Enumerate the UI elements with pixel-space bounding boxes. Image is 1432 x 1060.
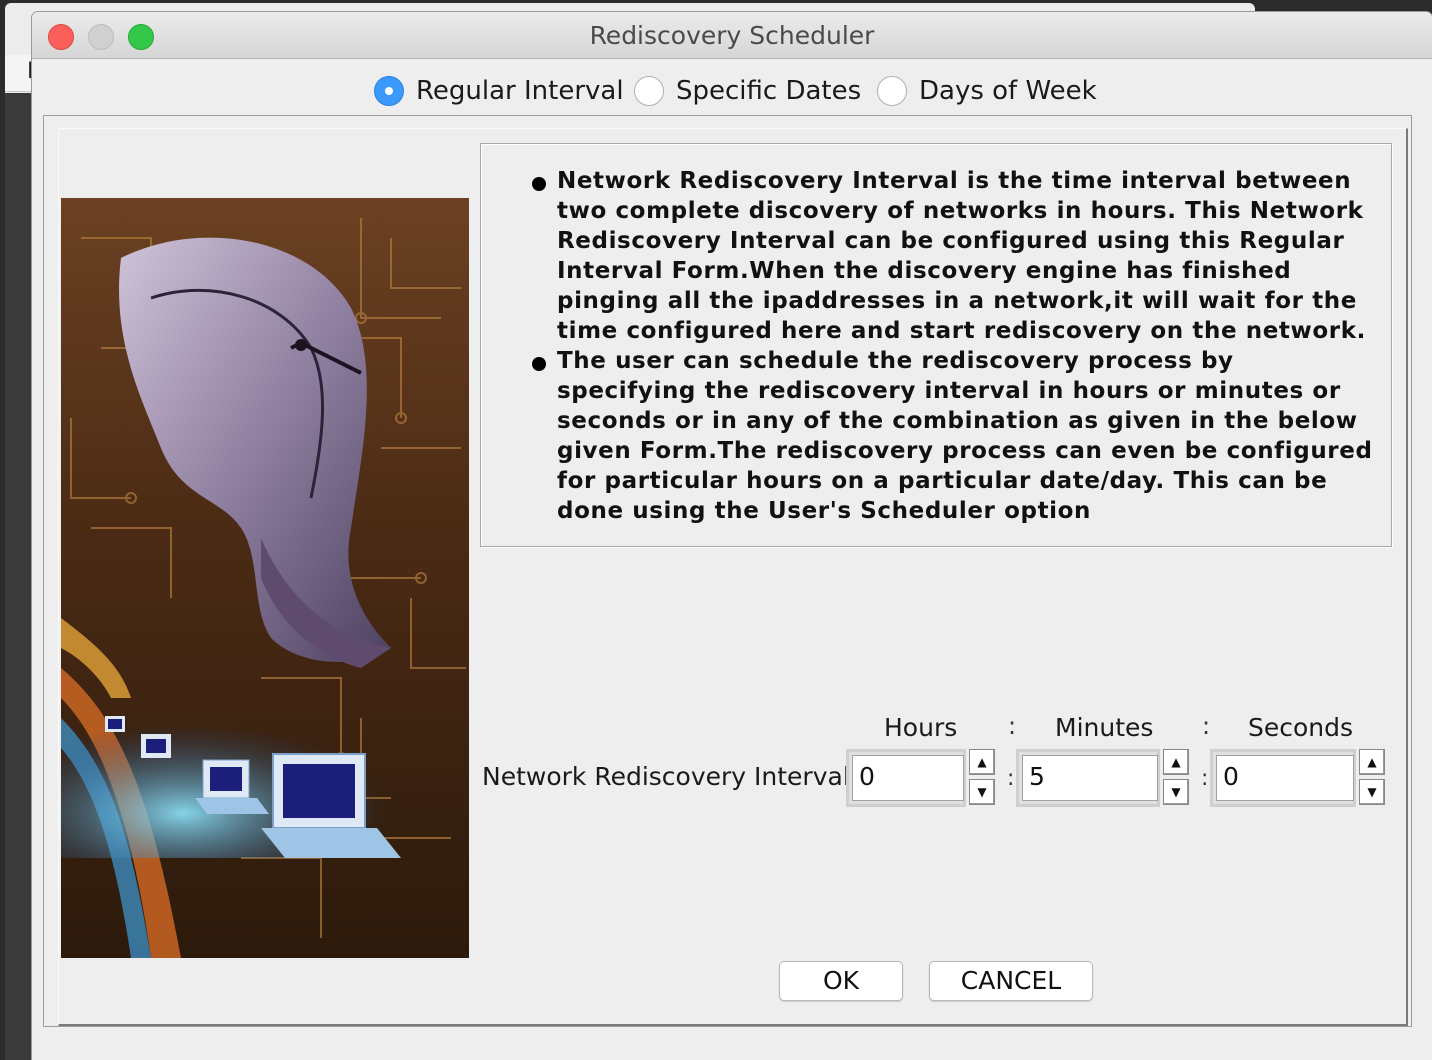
radio-specific-dates-label: Specific Dates [676,76,862,106]
hours-header: Hours [884,713,958,742]
spinner-down-icon[interactable]: ▼ [1163,779,1189,805]
description-bullet: The user can schedule the rediscovery pr… [532,346,1377,526]
description-bullet: Network Rediscovery Interval is the time… [532,166,1377,346]
hours-spinner: 0 [846,749,966,807]
rediscovery-scheduler-dialog: Rediscovery Scheduler Regular Interval S… [32,12,1432,1060]
ok-button[interactable]: OK [779,961,903,1001]
cancel-button[interactable]: CANCEL [929,961,1093,1001]
network-rediscovery-interval-label: Network Rediscovery Interval [482,762,850,791]
minutes-input[interactable]: 5 [1022,755,1158,801]
radio-regular-interval[interactable]: Regular Interval [374,74,624,108]
radio-unselected-icon[interactable] [877,76,907,106]
background-content [5,93,35,1060]
bullet-icon [532,177,546,191]
seconds-header: Seconds [1248,713,1354,742]
spinner-down-icon[interactable]: ▼ [1359,779,1385,805]
separator-colon: : [1201,766,1209,791]
window-title: Rediscovery Scheduler [589,21,875,50]
spinner-up-icon[interactable]: ▲ [1359,749,1385,775]
radio-selected-icon[interactable] [374,76,404,106]
bullet-text: The user can schedule the rediscovery pr… [557,348,1373,524]
illustration-graphic [61,198,469,958]
spinner-up-icon[interactable]: ▲ [969,749,995,775]
interval-description-box: Network Rediscovery Interval is the time… [480,143,1392,547]
seconds-input[interactable]: 0 [1216,755,1354,801]
spinner-down-icon[interactable]: ▼ [969,779,995,805]
seconds-spinner: 0 [1210,749,1356,807]
minutes-spinner: 5 [1016,749,1160,807]
regular-interval-panel: Network Rediscovery Interval is the time… [43,115,1412,1027]
separator-colon: : [1202,712,1211,740]
radio-regular-interval-label: Regular Interval [416,76,624,106]
bullet-text: Network Rediscovery Interval is the time… [557,168,1366,344]
separator-colon: : [1007,766,1015,791]
radio-specific-dates[interactable]: Specific Dates [634,74,861,108]
hours-input[interactable]: 0 [852,755,964,801]
title-bar[interactable]: Rediscovery Scheduler [32,12,1432,59]
radio-unselected-icon[interactable] [634,76,664,106]
separator-colon: : [1008,712,1017,740]
bullet-icon [532,357,546,371]
melting-clock-network-illustration [61,198,469,958]
radio-days-of-week[interactable]: Days of Week [877,74,1097,108]
radio-days-of-week-label: Days of Week [919,76,1097,106]
spinner-up-icon[interactable]: ▲ [1163,749,1189,775]
minutes-header: Minutes [1055,713,1154,742]
